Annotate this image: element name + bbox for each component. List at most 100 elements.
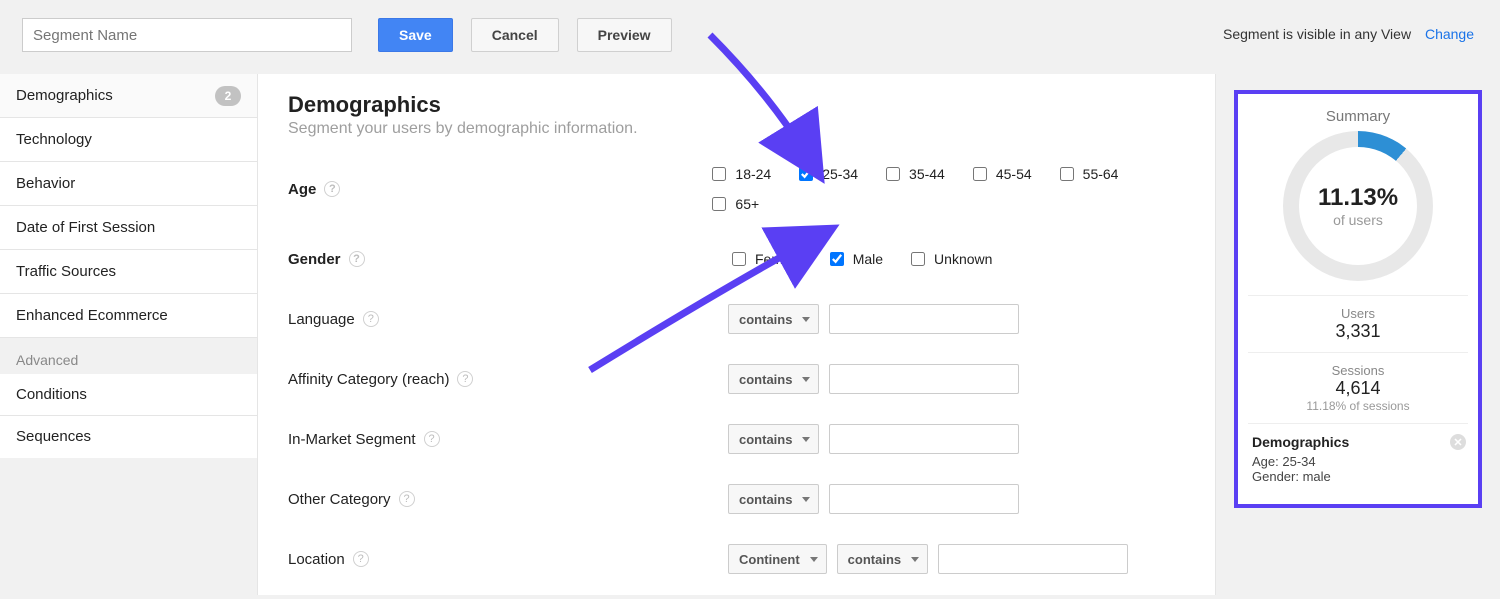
gender-option-unknown[interactable]: Unknown	[907, 249, 992, 269]
age-option-65plus[interactable]: 65+	[708, 194, 759, 214]
age-checkbox-65plus[interactable]	[712, 197, 726, 211]
othercat-controls: contains	[728, 484, 1019, 514]
gender-checkbox-male[interactable]	[830, 252, 844, 266]
select-value: contains	[739, 372, 792, 387]
summary-sessions-label: Sessions	[1248, 363, 1468, 378]
help-icon[interactable]: ?	[349, 251, 365, 267]
gender-option-label: Male	[853, 251, 883, 267]
gender-label: Gender ?	[288, 251, 728, 268]
donut-percent: 11.13%	[1318, 184, 1398, 212]
select-value: contains	[848, 552, 901, 567]
sidebar-item-behavior[interactable]: Behavior	[0, 162, 257, 206]
visibility-info: Segment is visible in any View Change	[1223, 26, 1474, 42]
inmarket-row: In-Market Segment ? contains	[288, 424, 1185, 454]
sidebar-item-enhanced-ecommerce[interactable]: Enhanced Ecommerce	[0, 294, 257, 338]
language-label: Language ?	[288, 311, 728, 328]
help-icon[interactable]: ?	[324, 181, 340, 197]
gender-option-label: Female	[755, 251, 802, 267]
summary-sessions-sub: 11.18% of sessions	[1248, 399, 1468, 413]
sidebar-badge: 2	[215, 86, 241, 106]
sidebar-item-label: Demographics	[16, 87, 113, 104]
preview-button[interactable]: Preview	[577, 18, 672, 52]
select-value: Continent	[739, 552, 800, 567]
age-option-35-44[interactable]: 35-44	[882, 164, 945, 184]
gender-option-female[interactable]: Female	[728, 249, 802, 269]
age-label: Age ?	[288, 181, 708, 198]
segment-name-input[interactable]	[22, 18, 352, 52]
select-value: contains	[739, 492, 792, 507]
gender-label-text: Gender	[288, 251, 341, 268]
inmarket-value-input[interactable]	[829, 424, 1019, 454]
help-icon[interactable]: ?	[457, 371, 473, 387]
language-row: Language ? contains	[288, 304, 1185, 334]
age-checkbox-55-64[interactable]	[1060, 167, 1074, 181]
help-icon[interactable]: ?	[353, 551, 369, 567]
summary-users-label: Users	[1248, 306, 1468, 321]
location-controls: Continent contains	[728, 544, 1128, 574]
age-checkbox-25-34[interactable]	[799, 167, 813, 181]
summary-title: Summary	[1248, 108, 1468, 125]
location-value-input[interactable]	[938, 544, 1128, 574]
sidebar-item-technology[interactable]: Technology	[0, 118, 257, 162]
visibility-text: Segment is visible in any View	[1223, 26, 1411, 42]
inmarket-match-select[interactable]: contains	[728, 424, 819, 454]
gender-option-male[interactable]: Male	[826, 249, 883, 269]
change-visibility-link[interactable]: Change	[1425, 26, 1474, 42]
affinity-match-select[interactable]: contains	[728, 364, 819, 394]
select-value: contains	[739, 312, 792, 327]
gender-checkbox-unknown[interactable]	[911, 252, 925, 266]
age-option-55-64[interactable]: 55-64	[1056, 164, 1119, 184]
location-dimension-select[interactable]: Continent	[728, 544, 827, 574]
othercat-value-input[interactable]	[829, 484, 1019, 514]
inmarket-label-text: In-Market Segment	[288, 431, 416, 448]
donut-sublabel: of users	[1318, 212, 1398, 228]
caret-down-icon	[802, 377, 810, 382]
language-value-input[interactable]	[829, 304, 1019, 334]
save-button[interactable]: Save	[378, 18, 453, 52]
segment-editor: Save Cancel Preview Segment is visible i…	[0, 0, 1500, 599]
applied-age-line: Age: 25-34	[1252, 454, 1464, 469]
sidebar-item-sequences[interactable]: Sequences	[0, 416, 257, 458]
summary-users-stat: Users 3,331	[1248, 295, 1468, 352]
affinity-controls: contains	[728, 364, 1019, 394]
location-row: Location ? Continent contains	[288, 544, 1185, 574]
age-checkbox-18-24[interactable]	[712, 167, 726, 181]
cancel-button[interactable]: Cancel	[471, 18, 559, 52]
gender-checkbox-female[interactable]	[732, 252, 746, 266]
location-match-select[interactable]: contains	[837, 544, 928, 574]
age-row: Age ? 18-24 25-34 35-44 45-5	[288, 164, 1185, 214]
sidebar-item-demographics[interactable]: Demographics 2	[0, 74, 257, 118]
affinity-value-input[interactable]	[829, 364, 1019, 394]
age-checkbox-35-44[interactable]	[886, 167, 900, 181]
inmarket-controls: contains	[728, 424, 1019, 454]
main-panel: Demographics Segment your users by demog…	[258, 74, 1216, 595]
select-value: contains	[739, 432, 792, 447]
summary-highlight-box: Summary 11.13% of users Users 3,331 Sess…	[1234, 90, 1482, 508]
sidebar-item-conditions[interactable]: Conditions	[0, 374, 257, 416]
gender-controls: Female Male Unknown	[728, 249, 1006, 269]
affinity-label-text: Affinity Category (reach)	[288, 371, 449, 388]
age-option-45-54[interactable]: 45-54	[969, 164, 1032, 184]
language-match-select[interactable]: contains	[728, 304, 819, 334]
summary-panel: Summary 11.13% of users Users 3,331 Sess…	[1216, 74, 1500, 595]
sidebar-item-traffic-sources[interactable]: Traffic Sources	[0, 250, 257, 294]
caret-down-icon	[802, 437, 810, 442]
othercat-match-select[interactable]: contains	[728, 484, 819, 514]
remove-filter-icon[interactable]: ✕	[1450, 434, 1466, 450]
help-icon[interactable]: ?	[363, 311, 379, 327]
help-icon[interactable]: ?	[399, 491, 415, 507]
sidebar-item-first-session[interactable]: Date of First Session	[0, 206, 257, 250]
age-option-18-24[interactable]: 18-24	[708, 164, 771, 184]
age-checkbox-45-54[interactable]	[973, 167, 987, 181]
gender-row: Gender ? Female Male Unknown	[288, 244, 1185, 274]
age-option-label: 45-54	[996, 166, 1032, 182]
affinity-row: Affinity Category (reach) ? contains	[288, 364, 1185, 394]
language-label-text: Language	[288, 311, 355, 328]
help-icon[interactable]: ?	[424, 431, 440, 447]
age-option-label: 55-64	[1083, 166, 1119, 182]
age-option-label: 18-24	[735, 166, 771, 182]
inmarket-label: In-Market Segment ?	[288, 431, 728, 448]
sidebar: Demographics 2 Technology Behavior Date …	[0, 74, 258, 595]
gender-option-label: Unknown	[934, 251, 992, 267]
age-option-25-34[interactable]: 25-34	[795, 164, 858, 184]
